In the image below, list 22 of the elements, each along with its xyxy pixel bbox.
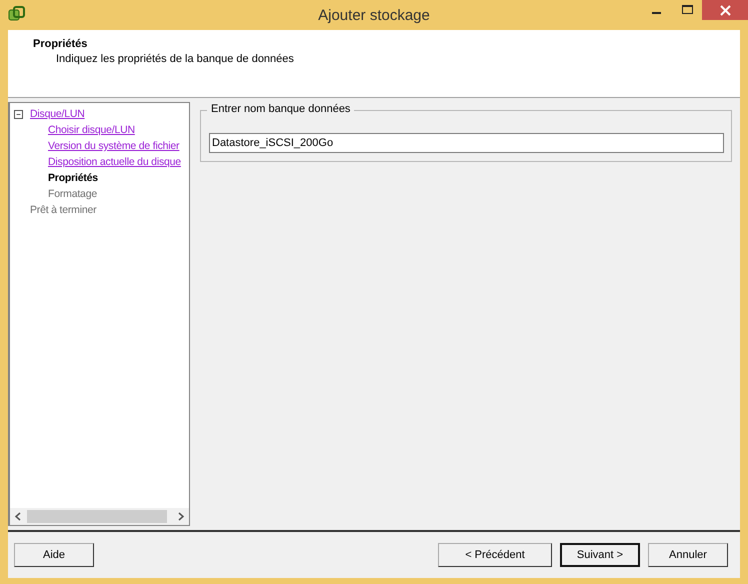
wizard-button[interactable]: Annuler xyxy=(648,543,728,567)
step-label: Prêt à terminer xyxy=(30,204,96,216)
collapse-icon[interactable] xyxy=(14,110,23,118)
group-legend: Entrer nom banque données xyxy=(207,103,354,115)
app-icon xyxy=(8,6,26,22)
step-link[interactable]: Version du système de fichier xyxy=(48,140,180,152)
window-title: Ajouter stockage xyxy=(317,6,431,24)
wizard-button[interactable]: Suivant > xyxy=(560,543,640,567)
wizard-button[interactable]: Aide xyxy=(14,543,94,567)
page-subtitle: Indiquez les propriétés de la banque de données xyxy=(56,53,295,65)
close-button[interactable] xyxy=(702,0,748,20)
datastore-name-field[interactable]: Datastore_iSCSI_200Go xyxy=(209,133,724,153)
maximize-icon[interactable] xyxy=(682,5,692,15)
step-label: Formatage xyxy=(48,188,97,200)
close-icon[interactable] xyxy=(720,4,730,16)
step-link[interactable]: Disque/LUN xyxy=(30,108,85,120)
step-link[interactable]: Disposition actuelle du disque xyxy=(48,156,181,168)
wizard-button[interactable]: < Précédent xyxy=(438,543,552,567)
step-label: Propriétés xyxy=(48,172,98,184)
page-title: Propriétés xyxy=(33,38,88,50)
step-link[interactable]: Choisir disque/LUN xyxy=(48,124,135,136)
horizontal-scrollbar[interactable] xyxy=(10,508,189,525)
